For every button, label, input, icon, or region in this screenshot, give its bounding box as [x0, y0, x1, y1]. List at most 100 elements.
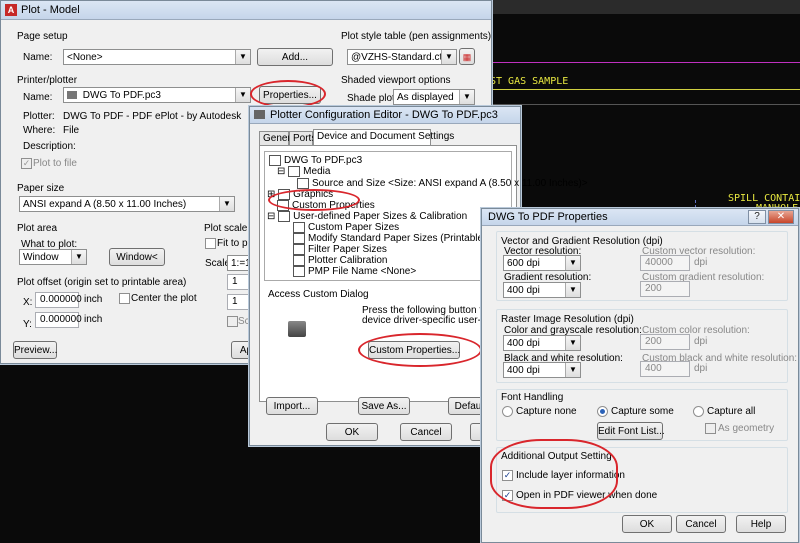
annotation-ring-output-settings: [490, 439, 618, 509]
calibration-icon: [293, 255, 305, 266]
expand-minus-icon: ⊟: [277, 166, 289, 178]
printer-name-select[interactable]: DWG To PDF.pc3 ▼: [63, 87, 251, 103]
paper-size-value: ANSI expand A (8.50 x 11.00 Inches): [23, 199, 187, 210]
tree-item[interactable]: Custom Paper Sizes: [293, 222, 399, 233]
where-value: File: [63, 125, 80, 136]
chevron-down-icon: ▼: [565, 336, 580, 350]
vector-resolution-select[interactable]: 600 dpi ▼: [503, 255, 581, 271]
tree-item[interactable]: Filter Paper Sizes: [293, 244, 387, 255]
help-icon[interactable]: ?: [748, 210, 766, 224]
capture-all-radio[interactable]: [693, 406, 704, 417]
printer-name-value: DWG To PDF.pc3: [82, 90, 161, 101]
tree-item[interactable]: Source and Size <Size: ANSI expand A (8.…: [297, 178, 588, 189]
pdfprops-titlebar[interactable]: DWG To PDF Properties ? ✕: [482, 209, 798, 226]
access-custom-heading: Access Custom Dialog: [268, 289, 369, 300]
tab-device-document-settings[interactable]: Device and Document Settings: [313, 129, 454, 145]
annotation-ring-properties: [250, 80, 326, 108]
plot-style-select[interactable]: @VZHS-Standard.ctb ▼: [347, 49, 457, 65]
close-icon[interactable]: ✕: [768, 210, 794, 224]
annotation-ring-custom-properties-button: [358, 333, 482, 367]
plot-titlebar[interactable]: A Plot - Model: [1, 1, 491, 20]
what-to-plot-select[interactable]: Window ▼: [19, 249, 87, 265]
pce-cancel-button[interactable]: Cancel: [400, 423, 452, 441]
capture-none-label: Capture none: [516, 406, 577, 417]
chevron-down-icon: ▼: [565, 283, 580, 297]
shade-plot-label: Shade plot: [347, 93, 395, 104]
offset-x-label: X:: [23, 297, 33, 308]
annotation-ring-custom-properties: [268, 189, 360, 211]
cad-toolbar-strip: [490, 0, 800, 14]
window-button[interactable]: Window<: [109, 248, 165, 266]
custom-vector-input[interactable]: 40000: [640, 255, 690, 271]
custom-bw-input[interactable]: 400: [640, 361, 690, 377]
as-geometry-checkbox[interactable]: [705, 423, 716, 434]
chevron-down-icon: ▼: [71, 250, 86, 264]
plot-to-file-checkbox[interactable]: ✓: [21, 158, 32, 169]
edit-font-list-button[interactable]: Edit Font List...: [597, 422, 665, 440]
capture-some-label: Capture some: [611, 406, 674, 417]
pce-title: Plotter Configuration Editor - DWG To PD…: [270, 109, 498, 121]
custom-gradient-input[interactable]: 200: [640, 281, 690, 297]
edit-plot-style-button[interactable]: ▦: [459, 48, 475, 65]
plotter-label: Plotter:: [23, 111, 55, 122]
custom-color-input[interactable]: 200: [640, 334, 690, 350]
plot-area-heading: Plot area: [17, 223, 58, 234]
printer-icon: [269, 155, 281, 166]
tree-item[interactable]: Modify Standard Paper Sizes (Printable A…: [293, 233, 510, 244]
capture-some-radio[interactable]: [597, 406, 608, 417]
tree-item[interactable]: PMP File Name <None>: [293, 266, 416, 277]
paper-size-heading: Paper size: [17, 183, 65, 194]
scale-select[interactable]: 1:=1: [227, 255, 249, 271]
chevron-down-icon: ▼: [459, 90, 474, 104]
autocad-logo-icon: A: [5, 4, 17, 16]
bw-resolution-value: 400 dpi: [507, 365, 540, 376]
import-button[interactable]: Import...: [266, 397, 318, 415]
scale-units-input[interactable]: 1: [227, 294, 249, 310]
tree-item[interactable]: ⊟ Media: [277, 166, 330, 177]
save-as-button[interactable]: Save As...: [358, 397, 410, 415]
dwg-to-pdf-properties-window: DWG To PDF Properties ? ✕ Vector and Gra…: [481, 208, 799, 543]
add-page-setup-button[interactable]: Add...: [257, 48, 333, 66]
chevron-down-icon: ▼: [565, 363, 580, 377]
pdfprops-help-button[interactable]: Help: [736, 515, 786, 533]
pdfprops-cancel-button[interactable]: Cancel: [676, 515, 726, 533]
expand-minus-icon: ⊟: [267, 211, 279, 223]
plot-style-value: @VZHS-Standard.ctb: [351, 52, 448, 63]
scale-lineweights-checkbox[interactable]: [227, 316, 238, 327]
pce-titlebar[interactable]: Plotter Configuration Editor - DWG To PD…: [250, 107, 520, 124]
tab-general[interactable]: General: [259, 131, 299, 145]
raster-heading: Raster Image Resolution (dpi): [501, 314, 634, 325]
bw-resolution-select[interactable]: 400 dpi ▼: [503, 362, 581, 378]
scale-value: 1:=1: [231, 258, 249, 269]
page-setup-heading: Page setup: [17, 31, 68, 42]
tree-item[interactable]: ⊟ User-defined Paper Sizes & Calibration: [267, 211, 467, 222]
shade-plot-value: As displayed: [397, 92, 454, 103]
media-icon: [288, 166, 301, 177]
offset-y-input[interactable]: 0.000000: [35, 312, 82, 328]
fit-to-paper-checkbox[interactable]: [205, 238, 216, 249]
calibration-icon: [278, 211, 291, 222]
pdfprops-ok-button[interactable]: OK: [622, 515, 672, 533]
device-driver-icon: [288, 321, 306, 337]
offset-x-input[interactable]: 0.000000: [35, 292, 82, 308]
settings-tree: DWG To PDF.pc3 ⊟ Media Source and Size <…: [264, 151, 588, 281]
shade-plot-select[interactable]: As displayed ▼: [393, 89, 475, 105]
tab-ports[interactable]: Ports: [289, 131, 316, 145]
description-label: Description:: [23, 141, 76, 152]
capture-none-radio[interactable]: [502, 406, 513, 417]
preview-button[interactable]: Preview...: [13, 341, 57, 359]
plot-offset-heading: Plot offset (origin set to printable are…: [17, 277, 187, 288]
cad-yellow-line: [490, 89, 800, 90]
color-resolution-select[interactable]: 400 dpi ▼: [503, 335, 581, 351]
scale-inches-input[interactable]: 1: [227, 274, 249, 290]
page-setup-name-select[interactable]: <None> ▼: [63, 49, 251, 65]
pce-tab-strip: General Ports Device and Document Settin…: [259, 129, 514, 145]
printer-name-label: Name:: [23, 92, 53, 103]
tree-item[interactable]: DWG To PDF.pc3: [269, 155, 362, 166]
tree-item[interactable]: Plotter Calibration: [293, 255, 387, 266]
pce-ok-button[interactable]: OK: [326, 423, 378, 441]
cad-label-gas-sample: ST GAS SAMPLE: [490, 76, 569, 87]
center-plot-checkbox[interactable]: [119, 293, 130, 304]
paper-size-select[interactable]: ANSI expand A (8.50 x 11.00 Inches) ▼: [19, 196, 235, 212]
gradient-resolution-select[interactable]: 400 dpi ▼: [503, 282, 581, 298]
